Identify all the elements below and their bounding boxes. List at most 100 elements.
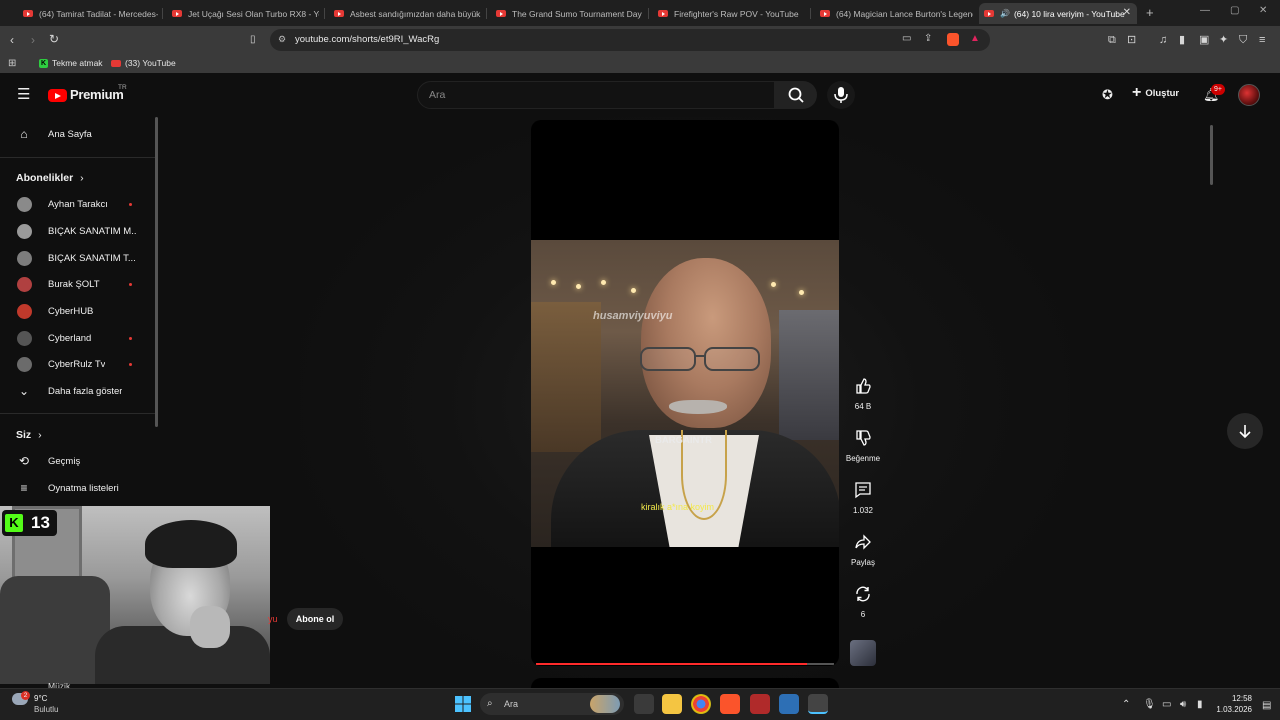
wallet-icon[interactable]: ▣: [1199, 34, 1209, 46]
address-field[interactable]: ⚙ youtube.com/shorts/et9RI_WacRg ▭ ⇪ ▲: [270, 29, 990, 51]
sidebar-item-show-more[interactable]: ⌄ Daha fazla göster: [0, 379, 155, 403]
shorts-player[interactable]: husamviyuviyu BARGAINTR kiralık a*ına ko…: [531, 120, 839, 666]
sidebar-item-channel[interactable]: Burak ŞOLT: [0, 272, 155, 296]
youtube-favicon-icon: [820, 10, 830, 17]
bookmark-icon[interactable]: ▯: [250, 34, 256, 46]
chevron-right-icon: ›: [38, 429, 42, 441]
network-icon[interactable]: ▭: [1162, 699, 1171, 710]
url-text: youtube.com/shorts/et9RI_WacRg: [295, 34, 440, 45]
sidebar-toggle-icon[interactable]: ▮: [1179, 34, 1185, 46]
microphone-tray-icon[interactable]: 🎙︎: [1143, 699, 1156, 710]
brave-shield-icon[interactable]: [947, 33, 959, 46]
like-button[interactable]: 64 B: [844, 371, 882, 411]
search-input[interactable]: [417, 81, 775, 109]
browser-tab[interactable]: (64) Tamirat Tadilat - Mercedes-Benz: [18, 3, 158, 24]
sidebar-scrollbar[interactable]: [155, 117, 158, 427]
share-page-icon[interactable]: ⇪: [924, 33, 932, 44]
cast-icon[interactable]: ▭: [902, 33, 911, 44]
kick-icon: K: [39, 58, 48, 68]
browser-tab[interactable]: Firefighter's Raw POV - YouTube: [653, 3, 805, 24]
browser-tab[interactable]: (64) Magician Lance Burton's Legend: [815, 3, 973, 24]
bookmark-item[interactable]: (33) YouTube: [111, 58, 176, 68]
clock-date[interactable]: 1.03.2026: [1214, 705, 1252, 714]
browser-tab[interactable]: Asbest sandığımızdan daha büyük b: [329, 3, 481, 24]
country-code: TR: [118, 84, 127, 91]
apps-grid-icon[interactable]: ⊞: [8, 58, 16, 69]
voice-search-button[interactable]: [827, 81, 855, 109]
browser-tab-strip: (64) Tamirat Tadilat - Mercedes-Benz Jet…: [0, 0, 1280, 26]
forward-icon[interactable]: ›: [31, 34, 35, 46]
sidebar-item-channel[interactable]: CyberHUB: [0, 299, 155, 323]
volume-icon[interactable]: 🔊︎: [1180, 699, 1186, 710]
notification-center-icon[interactable]: ▤: [1262, 700, 1271, 711]
search-icon: [788, 87, 804, 103]
youtube-favicon-icon: [172, 10, 182, 17]
avatar: [16, 250, 32, 266]
browser-tab[interactable]: The Grand Sumo Tournament Day 1: [491, 3, 643, 24]
speaker-icon[interactable]: 🔊: [1000, 9, 1010, 18]
youtube-premium-logo[interactable]: Premium: [70, 87, 124, 102]
leo-ai-icon[interactable]: ✦: [1219, 34, 1228, 46]
maximize-icon[interactable]: ▢: [1230, 5, 1239, 16]
create-shorts-icon[interactable]: ✪: [1102, 87, 1113, 103]
sidebar-item-channel[interactable]: BIÇAK SANATIM T...: [0, 246, 155, 270]
bookmarks-bar: ⊞ K Tekme atmak (33) YouTube: [0, 54, 1280, 73]
account-avatar[interactable]: [1238, 84, 1260, 106]
windows-start-icon[interactable]: [455, 696, 471, 712]
bookmark-item[interactable]: K Tekme atmak: [39, 58, 103, 68]
app-icon[interactable]: [750, 694, 770, 714]
sidebar-item-history[interactable]: ⟲ Geçmiş: [0, 449, 155, 473]
browser-tab[interactable]: Jet Uçağı Sesi Olan Turbo RX8 - YouT: [167, 3, 319, 24]
browser-tab-active[interactable]: 🔊 (64) 10 lira veriyim - YouTube ✕: [979, 3, 1137, 24]
next-short-preview[interactable]: [531, 678, 839, 688]
subscriptions-heading[interactable]: Abonelikler ›: [16, 172, 84, 184]
task-view-icon[interactable]: [634, 694, 654, 714]
site-info-icon[interactable]: ⚙: [278, 34, 286, 45]
comment-icon: [855, 482, 871, 499]
obs-icon[interactable]: [808, 694, 828, 714]
comments-button[interactable]: 1.032: [844, 475, 882, 515]
page-scrollbar[interactable]: [1210, 125, 1213, 185]
hamburger-menu-icon[interactable]: ☰: [17, 87, 30, 102]
video-progress-bar[interactable]: [536, 663, 834, 665]
media-icon[interactable]: ♫: [1159, 34, 1167, 46]
brave-rewards-icon[interactable]: ▲: [970, 33, 980, 44]
back-icon[interactable]: ‹: [10, 34, 14, 46]
vpn-shield-icon[interactable]: ⛉: [1239, 34, 1247, 46]
sidebar-item-channel[interactable]: BIÇAK SANATIM M...: [0, 219, 155, 243]
sidebar-item-channel[interactable]: Cyberland: [0, 326, 155, 350]
minimize-icon[interactable]: —: [1200, 5, 1210, 16]
next-short-button[interactable]: [1227, 413, 1263, 449]
reload-icon[interactable]: ↻: [49, 33, 59, 45]
channel-name-fragment[interactable]: yu: [268, 614, 278, 624]
clock-time[interactable]: 12:58: [1228, 694, 1252, 703]
close-window-icon[interactable]: ✕: [1259, 5, 1267, 16]
subscribe-button[interactable]: Abone ol: [287, 608, 343, 630]
sidebar-item-playlists[interactable]: ≡ Oynatma listeleri: [0, 476, 155, 500]
file-explorer-icon[interactable]: [662, 694, 682, 714]
youtube-logo-icon[interactable]: [48, 89, 67, 102]
new-tab-button[interactable]: +: [1146, 5, 1154, 20]
share-button[interactable]: Paylaş: [844, 527, 882, 567]
taskbar-search-label: Ara: [504, 699, 519, 709]
sound-thumbnail[interactable]: [850, 640, 876, 666]
screenshot-icon[interactable]: ⊡: [1127, 34, 1136, 46]
sidebar-item-channel[interactable]: Ayhan Tarakcı: [0, 192, 155, 216]
brave-icon[interactable]: [720, 694, 740, 714]
close-tab-icon[interactable]: ✕: [1123, 7, 1131, 18]
search-button[interactable]: [775, 81, 817, 109]
tray-overflow-icon[interactable]: ⌃: [1122, 699, 1130, 710]
battery-icon[interactable]: ▮: [1197, 699, 1203, 710]
dislike-button[interactable]: Beğenme: [844, 423, 882, 463]
menu-icon[interactable]: ≡: [1259, 34, 1265, 46]
search-highlight-icon: [590, 695, 620, 713]
remix-button[interactable]: 6: [844, 579, 882, 619]
chrome-icon[interactable]: [691, 694, 711, 714]
extensions-icon[interactable]: ⧉: [1108, 34, 1116, 46]
history-icon: ⟲: [18, 454, 30, 468]
sidebar-item-channel[interactable]: CyberRulz Tv: [0, 352, 155, 376]
create-button[interactable]: + Oluştur: [1132, 85, 1179, 101]
app-icon[interactable]: [779, 694, 799, 714]
you-heading[interactable]: Siz ›: [16, 429, 42, 441]
sidebar-item-home[interactable]: ⌂ Ana Sayfa: [0, 122, 155, 146]
